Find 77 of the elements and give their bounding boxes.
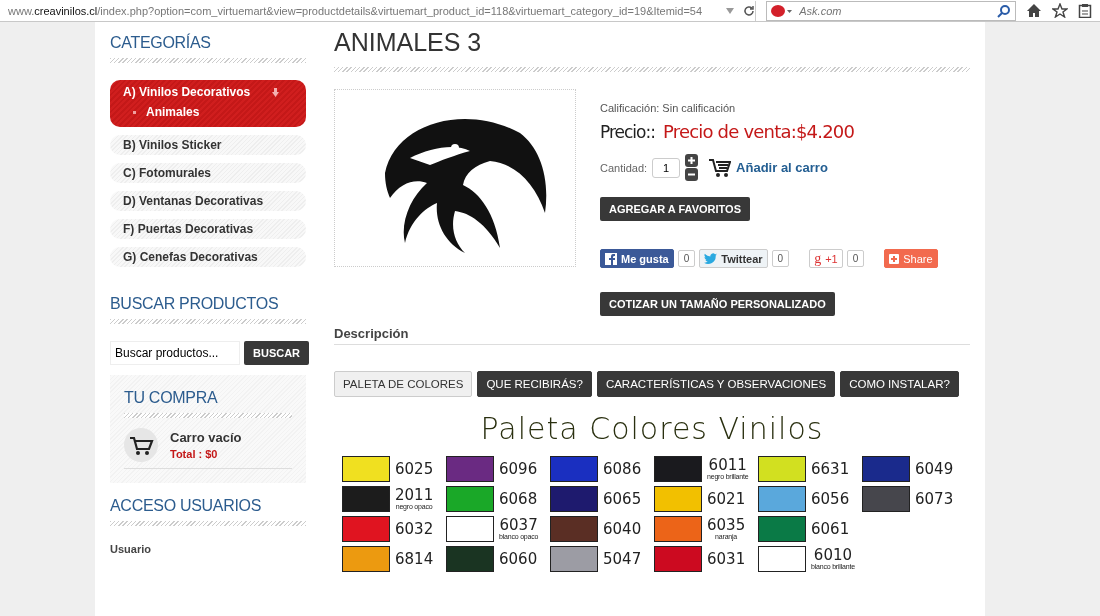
arrow-down-icon xyxy=(272,87,279,97)
facebook-icon xyxy=(605,252,617,265)
color-code: 6631 xyxy=(811,461,850,477)
share-count: 0 xyxy=(771,250,790,267)
share-count: 0 xyxy=(846,250,865,267)
plus-icon[interactable] xyxy=(685,154,699,167)
cart-icon xyxy=(124,428,158,462)
category-item[interactable]: B) Vinilos Sticker xyxy=(110,135,306,155)
color-code: 2011 xyxy=(395,488,434,503)
plus-one-button[interactable]: g +1 xyxy=(809,249,843,268)
color-code: 5047 xyxy=(603,551,642,567)
color-code: 6021 xyxy=(707,491,746,507)
star-icon[interactable] xyxy=(1052,3,1068,18)
section-heading: TU COMPRA xyxy=(124,389,219,407)
quote-button[interactable]: COTIZAR UN TAMAÑO PERSONALIZADO xyxy=(600,292,835,316)
rating-text: Calificación: Sin calificación xyxy=(600,102,736,114)
color-code: 6049 xyxy=(915,461,954,477)
price-label: Precio:: xyxy=(600,122,655,142)
cart-icon xyxy=(709,157,732,178)
favorites-button[interactable]: AGREGAR A FAVORITOS xyxy=(600,197,750,221)
address-bar[interactable]: www.creavinilos.cl/index.php?option=com_virtuemart&view=productdetails&virtuemart_product_id=118&virtuemart_category_id=19&Itemid=54 xyxy=(8,0,757,21)
color-code: 6025 xyxy=(395,461,434,477)
search-field[interactable]: Buscar productos... xyxy=(110,341,240,365)
clipboard-icon[interactable] xyxy=(1078,3,1092,18)
subcategory-link[interactable]: Animales xyxy=(123,99,293,122)
product-title: ANIMALES 3 xyxy=(334,28,483,57)
color-code: 6040 xyxy=(603,521,642,537)
color-code: 6068 xyxy=(499,491,538,507)
section-heading: ACCESO USUARIOS xyxy=(110,497,263,515)
url-text: www.creavinilos.cl/index.php?option=com_virtuemart&view=productdetails&virtuemart_product_id=118&virtuemart_category_id=19&Itemid=54 xyxy=(8,4,704,17)
minus-icon[interactable] xyxy=(685,168,699,181)
like-button[interactable]: Me gusta xyxy=(600,249,674,268)
color-code: 6056 xyxy=(811,491,850,507)
color-code: 6031 xyxy=(707,551,746,567)
color-code: 6037 xyxy=(499,518,538,533)
color-code: 6086 xyxy=(603,461,642,477)
search-field[interactable]: Ask.com xyxy=(766,0,1017,21)
tab[interactable]: PALETA DE COLORES xyxy=(334,371,473,397)
home-icon[interactable] xyxy=(1026,3,1043,18)
color-code: 6032 xyxy=(395,521,434,537)
palette-title: Paleta Colores Vinilos xyxy=(479,411,825,446)
color-code: 6061 xyxy=(811,521,850,537)
color-code: 6035 xyxy=(707,518,746,533)
search-icon[interactable] xyxy=(997,3,1012,18)
field-label: Usuario xyxy=(110,543,152,555)
section-heading: BUSCAR PRODUCTOS xyxy=(110,295,280,313)
category-item[interactable]: D) Ventanas Decorativas xyxy=(110,191,306,211)
tab[interactable]: QUE RECIBIRÁS? xyxy=(477,371,592,397)
search-button[interactable]: BUSCAR xyxy=(244,341,310,365)
color-code: 6011 xyxy=(708,458,747,473)
reload-icon[interactable] xyxy=(743,4,756,17)
share-count: 0 xyxy=(677,250,696,267)
color-code: 6096 xyxy=(499,461,538,477)
section-heading: CATEGORÍAS xyxy=(110,34,212,52)
category-item[interactable]: A) Vinilos Decorativos Animales xyxy=(110,80,306,127)
tab[interactable]: COMO INSTALAR? xyxy=(840,371,959,397)
color-code: 6814 xyxy=(395,551,434,567)
color-code: 6010 xyxy=(813,548,853,563)
tab[interactable]: CARACTERÍSTICAS Y OBSERVACIONES xyxy=(596,371,836,397)
cart-total: Total : $0 xyxy=(170,448,219,460)
tweet-button[interactable]: Twittear xyxy=(699,249,768,268)
color-code: 6065 xyxy=(603,491,642,507)
cart-status: Carro vacío xyxy=(170,430,242,445)
category-item[interactable]: G) Cenefas Decorativas xyxy=(110,247,306,267)
quantity-field[interactable]: 1 xyxy=(652,157,681,178)
category-item[interactable]: F) Puertas Decorativas xyxy=(110,219,306,239)
category-item[interactable]: C) Fotomurales xyxy=(110,163,306,183)
color-code: 6060 xyxy=(499,551,538,567)
price-value: Precio de venta:$4.200 xyxy=(662,121,855,142)
dropdown-icon[interactable] xyxy=(725,6,736,15)
color-code: 6073 xyxy=(915,491,954,507)
quantity-label: Cantidad: xyxy=(600,161,648,174)
bird-icon xyxy=(704,253,718,264)
add-to-cart-link[interactable]: Añadir al carro xyxy=(736,160,828,175)
search-engine-icon xyxy=(771,4,794,17)
plus-icon xyxy=(889,253,900,264)
section-heading: Descripción xyxy=(334,326,970,345)
